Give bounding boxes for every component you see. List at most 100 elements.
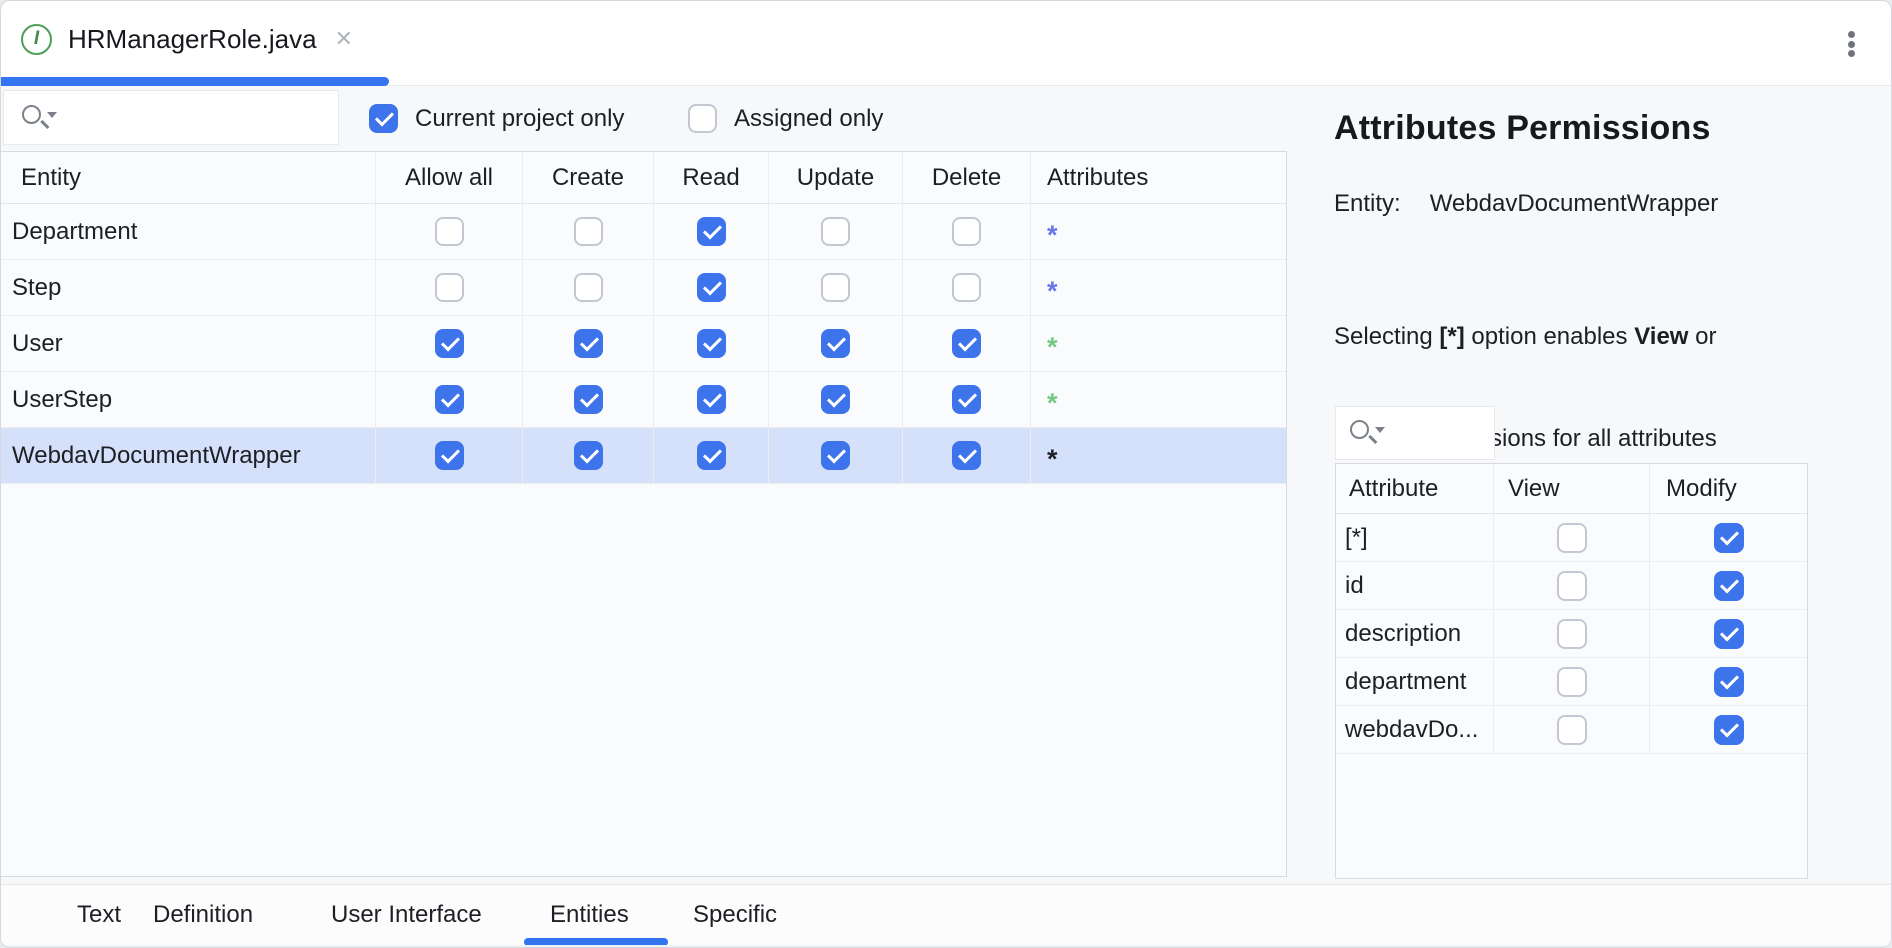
delete-checkbox[interactable] — [952, 273, 981, 302]
view-checkbox[interactable] — [1557, 619, 1587, 649]
view-checkbox[interactable] — [1557, 571, 1587, 601]
allow-all-checkbox[interactable] — [435, 217, 464, 246]
interface-icon-letter: I — [34, 28, 39, 50]
modify-checkbox[interactable] — [1714, 715, 1744, 745]
editor-tab[interactable]: I HRManagerRole.java ✕ — [1, 1, 375, 77]
column-header-allow-all: Allow all — [376, 152, 523, 204]
allow-all-checkbox[interactable] — [435, 273, 464, 302]
read-checkbox[interactable] — [697, 329, 726, 358]
tab-text[interactable]: Text — [77, 885, 121, 945]
column-header-read: Read — [654, 152, 769, 204]
panel-title: Attributes Permissions — [1334, 109, 1874, 148]
entity-name: Department — [1, 204, 376, 260]
column-header-delete: Delete — [903, 152, 1031, 204]
column-header-view: View — [1494, 464, 1650, 514]
delete-checkbox[interactable] — [952, 217, 981, 246]
attribute-row-wildcard[interactable]: [*] — [1336, 514, 1807, 562]
tab-specific[interactable]: Specific — [693, 885, 777, 945]
attributes-indicator: * — [1047, 390, 1058, 417]
entity-line: Entity: WebdavDocumentWrapper — [1334, 190, 1874, 218]
update-checkbox[interactable] — [821, 217, 850, 246]
tab-entities[interactable]: Entities — [550, 885, 629, 945]
column-header-update: Update — [769, 152, 903, 204]
create-checkbox[interactable] — [574, 217, 603, 246]
attribute-row-id[interactable]: id — [1336, 562, 1807, 610]
update-checkbox[interactable] — [821, 273, 850, 302]
bottom-tab-bar: Text Definition User Interface Entities … — [1, 884, 1891, 945]
entity-name: WebdavDocumentWrapper — [1, 428, 376, 484]
view-checkbox[interactable] — [1557, 523, 1587, 553]
allow-all-checkbox[interactable] — [435, 329, 464, 358]
table-row-userstep[interactable]: UserStep * — [1, 372, 1286, 428]
more-options-icon[interactable] — [1839, 29, 1863, 59]
current-project-only-option[interactable]: Current project only — [369, 86, 624, 151]
attribute-name: description — [1336, 610, 1494, 658]
modify-checkbox[interactable] — [1714, 667, 1744, 697]
active-tab-indicator — [1, 77, 389, 86]
attribute-row-description[interactable]: description — [1336, 610, 1807, 658]
entity-table-header: Entity Allow all Create Read Update Dele… — [1, 152, 1286, 204]
allow-all-checkbox[interactable] — [435, 441, 464, 470]
attribute-name: id — [1336, 562, 1494, 610]
attribute-search-input[interactable] — [1335, 406, 1495, 460]
modify-checkbox[interactable] — [1714, 571, 1744, 601]
table-row-user[interactable]: User * — [1, 316, 1286, 372]
column-header-entity: Entity — [1, 152, 376, 204]
table-row-department[interactable]: Department * — [1, 204, 1286, 260]
column-header-modify: Modify — [1650, 464, 1807, 514]
entity-permissions-table: Entity Allow all Create Read Update Dele… — [1, 151, 1287, 877]
assigned-only-checkbox[interactable] — [688, 104, 717, 133]
role-designer-window: I HRManagerRole.java ✕ Current project o… — [0, 0, 1892, 948]
table-row-step[interactable]: Step * — [1, 260, 1286, 316]
attribute-table-header: Attribute View Modify — [1336, 464, 1807, 514]
attribute-row-department[interactable]: department — [1336, 658, 1807, 706]
modify-checkbox[interactable] — [1714, 523, 1744, 553]
allow-all-checkbox[interactable] — [435, 385, 464, 414]
attribute-name: [*] — [1336, 514, 1494, 562]
attributes-indicator: * — [1047, 278, 1058, 305]
attributes-indicator: * — [1047, 222, 1058, 249]
table-row-webdavdocumentwrapper[interactable]: WebdavDocumentWrapper * — [1, 428, 1286, 484]
update-checkbox[interactable] — [821, 329, 850, 358]
close-icon[interactable]: ✕ — [335, 28, 353, 50]
delete-checkbox[interactable] — [952, 441, 981, 470]
view-checkbox[interactable] — [1557, 667, 1587, 697]
update-checkbox[interactable] — [821, 385, 850, 414]
entity-toolbar: Current project only Assigned only — [1, 86, 1287, 151]
column-header-attribute: Attribute — [1336, 464, 1494, 514]
attribute-row-webdavdo[interactable]: webdavDo... — [1336, 706, 1807, 754]
column-header-create: Create — [523, 152, 654, 204]
tab-user-interface[interactable]: User Interface — [331, 885, 482, 945]
delete-checkbox[interactable] — [952, 329, 981, 358]
modify-checkbox[interactable] — [1714, 619, 1744, 649]
editor-tab-bar: I HRManagerRole.java ✕ — [1, 1, 1891, 86]
column-header-attributes: Attributes — [1031, 152, 1286, 204]
entity-name: User — [1, 316, 376, 372]
current-project-only-label: Current project only — [415, 105, 624, 133]
read-checkbox[interactable] — [697, 273, 726, 302]
attribute-name: department — [1336, 658, 1494, 706]
read-checkbox[interactable] — [697, 385, 726, 414]
view-checkbox[interactable] — [1557, 715, 1587, 745]
attributes-indicator: * — [1047, 446, 1058, 473]
current-project-only-checkbox[interactable] — [369, 104, 398, 133]
entity-name: Step — [1, 260, 376, 316]
entity-label: Entity: — [1334, 190, 1401, 218]
read-checkbox[interactable] — [697, 217, 726, 246]
create-checkbox[interactable] — [574, 385, 603, 414]
attribute-name: webdavDo... — [1336, 706, 1494, 754]
attributes-indicator: * — [1047, 334, 1058, 361]
delete-checkbox[interactable] — [952, 385, 981, 414]
search-icon — [1348, 416, 1386, 450]
search-icon — [20, 101, 58, 135]
tab-definition[interactable]: Definition — [153, 885, 253, 945]
create-checkbox[interactable] — [574, 329, 603, 358]
read-checkbox[interactable] — [697, 441, 726, 470]
create-checkbox[interactable] — [574, 441, 603, 470]
entity-search-input[interactable] — [3, 90, 339, 145]
create-checkbox[interactable] — [574, 273, 603, 302]
description-line: Selecting [*] option enables View or — [1334, 320, 1874, 354]
assigned-only-label: Assigned only — [734, 105, 883, 133]
update-checkbox[interactable] — [821, 441, 850, 470]
assigned-only-option[interactable]: Assigned only — [688, 86, 883, 151]
